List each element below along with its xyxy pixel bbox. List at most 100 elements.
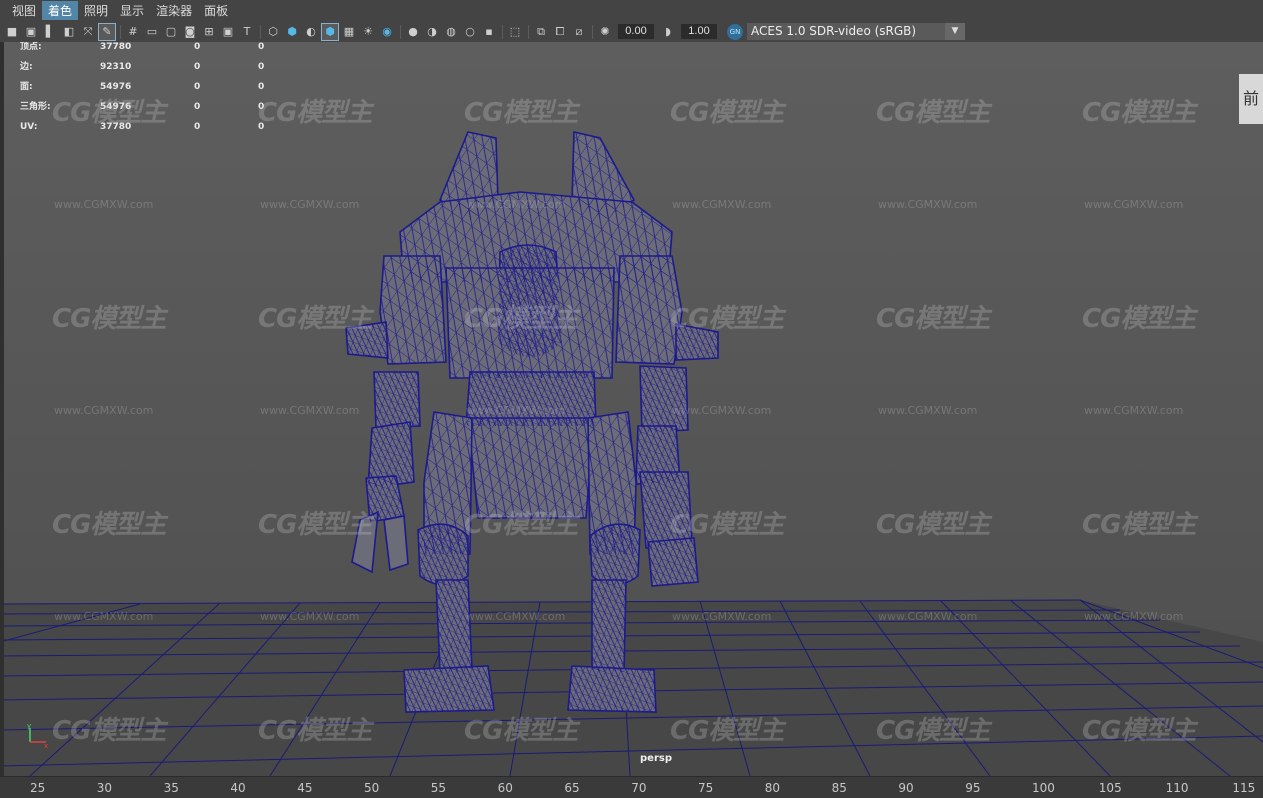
timeline-tick-label: 105	[1098, 781, 1122, 795]
isolate-select-icon[interactable]: ▪	[481, 24, 497, 40]
timeline-tick-label: 110	[1165, 781, 1189, 795]
view-transform-value: ACES 1.0 SDR-video (sRGB)	[751, 24, 917, 38]
exposure-input[interactable]	[618, 24, 654, 39]
toolbar-separator	[260, 24, 261, 39]
grid-icon[interactable]: #	[125, 24, 141, 40]
timeline-tick-label: 75	[698, 781, 714, 795]
timeline-tick-label: 40	[230, 781, 246, 795]
timeline-tick-label: 35	[163, 781, 179, 795]
hud-value: 0	[258, 42, 265, 52]
axis-gizmo-icon: y x	[27, 722, 48, 748]
toolbar-separator	[592, 24, 593, 39]
timeline-tick-label: 30	[96, 781, 113, 795]
wireframe-icon[interactable]: ⬡	[265, 24, 281, 40]
xray-active-icon[interactable]: ⧄	[571, 24, 587, 40]
xray-icon[interactable]: ⬚	[507, 24, 523, 40]
color-management-icon[interactable]: GN	[727, 23, 743, 40]
wireframe-on-shaded-icon[interactable]: ⬢	[321, 22, 339, 41]
hud-row-faces: 面: 54976 0 0	[20, 82, 288, 102]
timeline-tick-label: 80	[764, 781, 781, 795]
camera-select-icon[interactable]: ■	[4, 24, 20, 40]
menu-view[interactable]: 视图	[6, 1, 42, 20]
shadows-icon[interactable]: ◉	[379, 24, 395, 40]
timeline-tick-label: 60	[497, 781, 513, 795]
timeline-tick-label: 65	[564, 781, 580, 795]
menu-show[interactable]: 显示	[114, 1, 150, 20]
chevron-down-icon[interactable]: ▼	[945, 23, 965, 40]
camera-name-label: persp	[640, 753, 672, 764]
toolbar-separator	[120, 24, 121, 39]
hud-value: 0	[258, 102, 265, 112]
toolbar-separator	[502, 24, 503, 39]
timeline-tick-label: 25	[30, 781, 46, 795]
timeline-tick-label: 85	[831, 781, 847, 795]
hud-label: 面:	[20, 82, 33, 92]
resolution-gate-icon[interactable]: ▢	[163, 24, 179, 40]
motion-blur-icon[interactable]: ◑	[424, 24, 440, 40]
xray-joints-icon[interactable]: ⧉	[533, 24, 549, 40]
poly-count-hud: 顶点: 37780 0 0 边: 92310 0 0 面: 54976 0 0 …	[20, 42, 288, 142]
viewport-scene	[0, 42, 1263, 776]
timeline-tick-label: 70	[631, 781, 647, 795]
timeline-tick-label: 90	[898, 781, 914, 795]
backface-culling-icon[interactable]: ⧠	[552, 24, 568, 40]
hud-value: 37780	[100, 42, 132, 52]
timeline-tick-label: 95	[965, 781, 981, 795]
time-slider[interactable]: 25 30 35 40 45 50 55 60 65 70 75 80 85 90 95 100 105 110 1…	[0, 776, 1263, 798]
view-transform-select[interactable]: ACES 1.0 SDR-video (sRGB) ▼	[747, 23, 965, 40]
default-material-icon[interactable]: ◐	[303, 24, 319, 40]
menu-lighting[interactable]: 照明	[78, 1, 114, 20]
smooth-shade-icon[interactable]: ⬢	[284, 24, 300, 40]
camera-attributes-icon[interactable]: ▣	[23, 24, 39, 40]
gamma-input[interactable]	[681, 24, 717, 39]
hud-label: 顶点:	[20, 42, 42, 52]
timeline-tick-label: 100	[1032, 781, 1055, 795]
hud-value: 92310	[100, 62, 132, 72]
hud-value: 54976	[100, 82, 132, 92]
hud-value: 37780	[100, 122, 132, 132]
image-plane-icon[interactable]: ◧	[61, 24, 77, 40]
hud-value: 0	[258, 62, 265, 72]
hud-row-uvs: UV: 37780 0 0	[20, 122, 288, 142]
perspective-viewport[interactable]: 顶点: 37780 0 0 边: 92310 0 0 面: 54976 0 0 …	[0, 42, 1263, 776]
toolbar-separator	[400, 24, 401, 39]
timeline-tick-label: 55	[430, 781, 447, 795]
svg-text:y: y	[27, 722, 31, 730]
lights-icon[interactable]: ☀	[360, 24, 376, 40]
gate-mask-icon[interactable]: ◙	[182, 24, 198, 40]
safe-title-icon[interactable]: T	[239, 24, 255, 40]
anti-aliasing-icon[interactable]: ◍	[443, 24, 459, 40]
menu-shading[interactable]: 着色	[42, 1, 79, 20]
film-gate-icon[interactable]: ▭	[144, 24, 160, 40]
safe-action-icon[interactable]: ▣	[220, 24, 236, 40]
hud-value: 0	[258, 82, 265, 92]
hud-value: 0	[194, 82, 201, 92]
2d-pan-zoom-icon[interactable]: ⤧	[80, 24, 96, 40]
viewport-left-border	[0, 42, 4, 776]
hud-label: 边:	[20, 62, 33, 72]
gamma-icon[interactable]: ◗	[660, 24, 676, 40]
hud-row-edges: 边: 92310 0 0	[20, 62, 288, 82]
bookmark-icon[interactable]: ▌	[42, 24, 58, 40]
hud-value: 0	[258, 122, 265, 132]
hud-value: 0	[194, 102, 201, 112]
hud-row-triangles: 三角形: 54976 0 0	[20, 102, 288, 122]
hud-row-vertices: 顶点: 37780 0 0	[20, 42, 288, 62]
menu-panels[interactable]: 面板	[198, 1, 234, 20]
exposure-icon[interactable]: ✺	[597, 24, 613, 40]
textured-icon[interactable]: ▦	[341, 24, 357, 40]
field-chart-icon[interactable]: ⊞	[201, 24, 217, 40]
screen-space-ao-icon[interactable]: ●	[405, 24, 421, 40]
hud-label: UV:	[20, 122, 38, 132]
timeline-tick-label: 45	[297, 781, 313, 795]
grease-pencil-icon[interactable]: ✎	[98, 22, 116, 41]
menu-renderer[interactable]: 渲染器	[150, 1, 198, 20]
svg-text:x: x	[44, 742, 48, 748]
hud-value: 54976	[100, 102, 132, 112]
view-cube-tab[interactable]: 前	[1239, 74, 1263, 124]
hud-value: 0	[194, 122, 201, 132]
toolbar-separator	[528, 24, 529, 39]
timeline-tick-label: 50	[364, 781, 380, 795]
depth-of-field-icon[interactable]: ○	[462, 24, 478, 40]
hud-value: 0	[194, 42, 201, 52]
